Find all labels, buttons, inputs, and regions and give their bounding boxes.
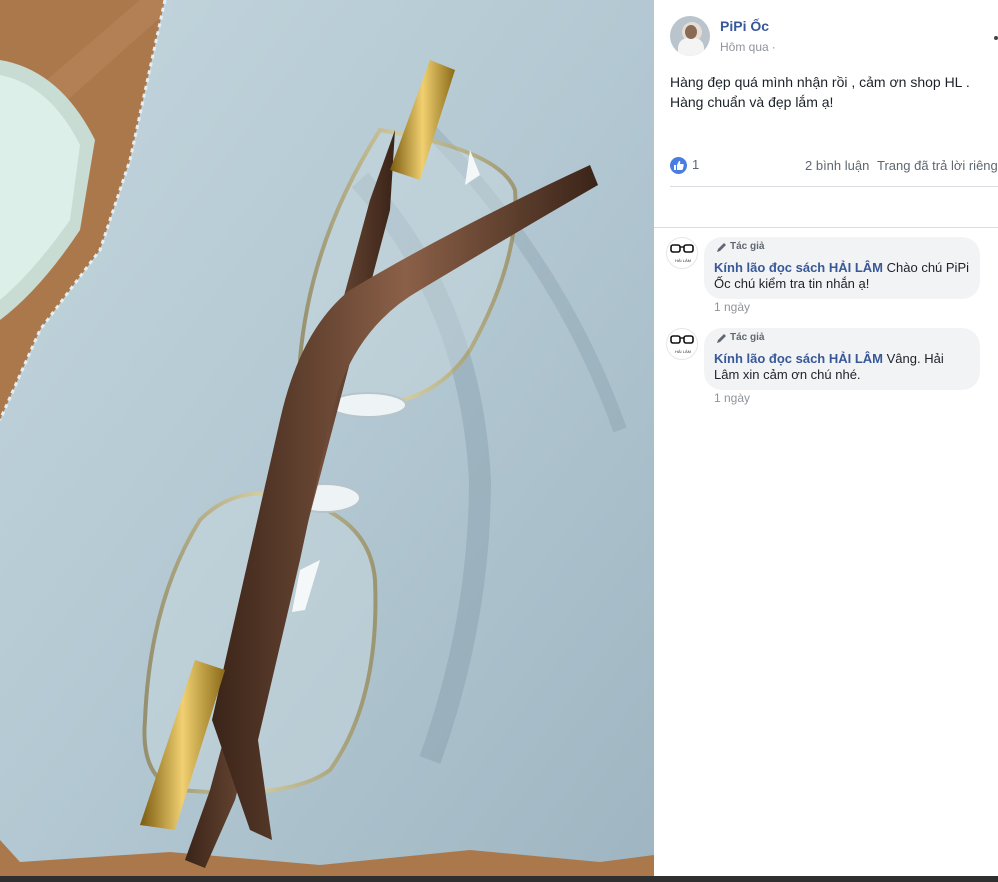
author-avatar[interactable]	[670, 16, 710, 56]
post-stats: 1 2 bình luận Trang đã trả lời riêng	[670, 155, 998, 175]
commenter-name[interactable]: Kính lão đọc sách HẢI LÂM	[714, 351, 883, 366]
post-sidebar: PiPi Ốc Hôm qua · Hàng đẹp quá mình nhận …	[654, 0, 998, 876]
post-message-line-1: Hàng đẹp quá mình nhận rồi , cảm ơn shop…	[670, 74, 970, 90]
comment-text: Kính lão đọc sách HẢI LÂM Vâng. Hải Lâm …	[714, 348, 970, 390]
divider	[670, 186, 998, 187]
thumbs-up-icon[interactable]	[670, 157, 687, 174]
glasses-photo-illustration	[0, 0, 654, 878]
author-name[interactable]: PiPi Ốc	[720, 18, 769, 34]
comment-timestamp[interactable]: 1 ngày	[714, 391, 750, 405]
divider	[654, 227, 998, 228]
facebook-photo-viewer: PiPi Ốc Hôm qua · Hàng đẹp quá mình nhận …	[0, 0, 998, 882]
post-time-text: Hôm qua	[720, 40, 769, 54]
bottom-bar	[0, 876, 998, 882]
like-count[interactable]: 1	[692, 157, 699, 172]
page-avatar[interactable]: HẢI LÂM	[666, 237, 698, 269]
post-header: PiPi Ốc Hôm qua ·	[670, 15, 998, 57]
comment-bubble: Tác giả Kính lão đọc sách HẢI LÂM Vâng. …	[704, 328, 980, 390]
commenter-name[interactable]: Kính lão đọc sách HẢI LÂM	[714, 260, 883, 275]
pencil-icon	[717, 334, 726, 343]
glasses-icon	[670, 335, 694, 344]
page-avatar[interactable]: HẢI LÂM	[666, 328, 698, 360]
author-badge: Tác giả	[714, 237, 970, 257]
post-timestamp[interactable]: Hôm qua ·	[720, 40, 776, 54]
glasses-icon	[670, 244, 694, 253]
author-badge-label: Tác giả	[730, 332, 765, 343]
page-avatar-text: HẢI LÂM	[674, 258, 691, 263]
post-message-line-2: Hàng chuẩn và đẹp lắm ạ!	[670, 94, 834, 110]
post-message: Hàng đẹp quá mình nhận rồi , cảm ơn shop…	[670, 72, 990, 112]
private-reply-status: Trang đã trả lời riêng	[877, 158, 998, 173]
comment-timestamp[interactable]: 1 ngày	[714, 300, 750, 314]
avatar-shirt	[678, 38, 704, 56]
page-avatar-text: HẢI LÂM	[674, 349, 691, 354]
pencil-icon	[717, 243, 726, 252]
comment-text: Kính lão đọc sách HẢI LÂM Chào chú PiPi …	[714, 257, 970, 299]
author-badge: Tác giả	[714, 328, 970, 348]
comment-bubble: Tác giả Kính lão đọc sách HẢI LÂM Chào c…	[704, 237, 980, 299]
comments-count[interactable]: 2 bình luận	[805, 158, 869, 173]
author-badge-label: Tác giả	[730, 241, 765, 252]
more-options-icon[interactable]	[994, 33, 998, 43]
avatar-head	[685, 25, 697, 39]
post-time-separator: ·	[771, 40, 776, 54]
post-photo[interactable]	[0, 0, 654, 878]
